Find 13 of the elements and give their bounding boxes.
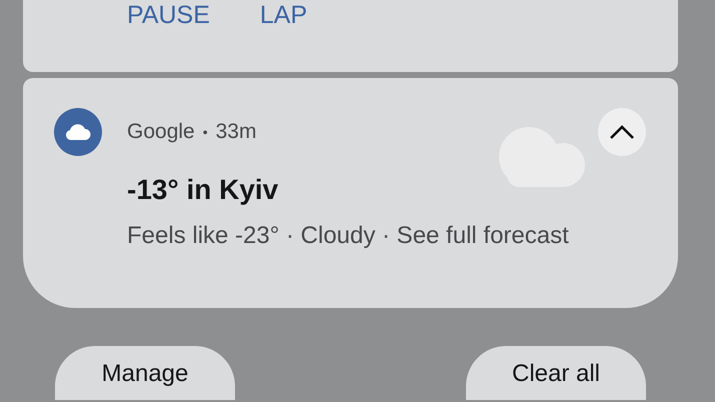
collapse-button[interactable] (598, 108, 646, 156)
action-button[interactable]: LAP (260, 0, 308, 30)
app-name: Google (127, 120, 195, 144)
pill-button[interactable]: Clear all (466, 346, 646, 400)
notification-card[interactable]: Google • 33m -13° in Kyiv Feels like -23° · Cloudy · See full forecast (23, 78, 678, 308)
notification-title: -13° in Kyiv (127, 174, 280, 206)
chevron-up-icon (609, 124, 635, 140)
notification-text: Feels like -23° · Cloudy · See full forecast (127, 222, 570, 250)
action-button[interactable]: PAUSE (127, 0, 210, 30)
app-icon (54, 108, 102, 156)
pill-button[interactable]: Manage (55, 346, 235, 400)
timestamp: 33m (216, 120, 256, 144)
separator-dot: • (202, 124, 208, 140)
